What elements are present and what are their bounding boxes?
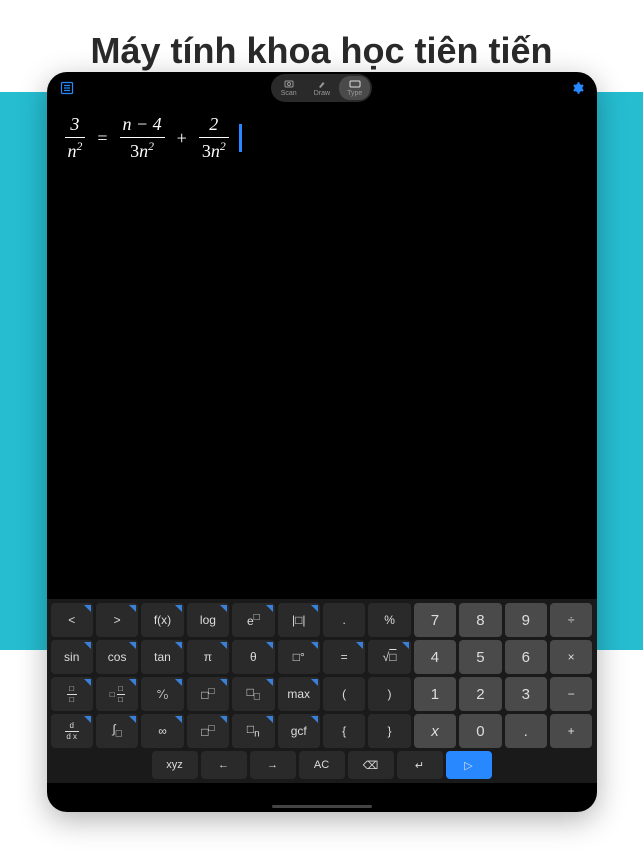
key-sin[interactable]: sin bbox=[51, 640, 93, 674]
key-left[interactable]: ← bbox=[201, 751, 247, 779]
key-backspace[interactable]: ⌫ bbox=[348, 751, 394, 779]
key-1[interactable]: 1 bbox=[414, 677, 456, 711]
key-ac[interactable]: AC bbox=[299, 751, 345, 779]
key-5[interactable]: 5 bbox=[459, 640, 501, 674]
equation-display[interactable]: 3 n2 = n − 4 3n2 + 2 3n2 bbox=[47, 104, 597, 174]
key-pi[interactable]: π bbox=[187, 640, 229, 674]
key-sqrt[interactable]: √□ bbox=[368, 640, 410, 674]
fraction-2: n − 4 3n2 bbox=[120, 114, 165, 162]
key-theta[interactable]: θ bbox=[232, 640, 274, 674]
key-tan[interactable]: tan bbox=[141, 640, 183, 674]
key-send[interactable]: ▷ bbox=[446, 751, 492, 779]
key-fraction[interactable]: □□ bbox=[51, 677, 93, 711]
key-integral[interactable]: ∫□ bbox=[96, 714, 138, 748]
key-0[interactable]: 0 bbox=[459, 714, 501, 748]
mode-type[interactable]: Type bbox=[339, 76, 370, 100]
key-4[interactable]: 4 bbox=[414, 640, 456, 674]
key-right[interactable]: → bbox=[250, 751, 296, 779]
key-dot[interactable]: . bbox=[323, 603, 365, 637]
key-greater[interactable]: > bbox=[96, 603, 138, 637]
key-power2[interactable]: □□ bbox=[187, 714, 229, 748]
hero-title: Máy tính khoa học tiên tiến bbox=[20, 30, 623, 72]
key-permil[interactable]: °⁄₀ bbox=[141, 677, 183, 711]
key-gcf[interactable]: gcf bbox=[278, 714, 320, 748]
fraction-3: 2 3n2 bbox=[199, 114, 229, 162]
fraction-1: 3 n2 bbox=[65, 114, 86, 162]
key-lbrace[interactable]: { bbox=[323, 714, 365, 748]
key-log[interactable]: log bbox=[187, 603, 229, 637]
key-lparen[interactable]: ( bbox=[323, 677, 365, 711]
key-derivative[interactable]: dd x bbox=[51, 714, 93, 748]
key-percent[interactable]: % bbox=[368, 603, 410, 637]
key-add[interactable]: + bbox=[550, 714, 592, 748]
key-rbrace[interactable]: } bbox=[368, 714, 410, 748]
mode-scan[interactable]: Scan bbox=[273, 76, 305, 100]
key-enter[interactable]: ↵ bbox=[397, 751, 443, 779]
key-2[interactable]: 2 bbox=[459, 677, 501, 711]
text-cursor bbox=[239, 124, 242, 152]
key-sub-n[interactable]: □n bbox=[232, 714, 274, 748]
history-button[interactable] bbox=[59, 80, 75, 96]
key-rparen[interactable]: ) bbox=[368, 677, 410, 711]
key-exp-e[interactable]: e□ bbox=[232, 603, 274, 637]
key-equals[interactable]: = bbox=[323, 640, 365, 674]
key-subtract[interactable]: − bbox=[550, 677, 592, 711]
key-max[interactable]: max bbox=[278, 677, 320, 711]
key-multiply[interactable]: × bbox=[550, 640, 592, 674]
key-cos[interactable]: cos bbox=[96, 640, 138, 674]
key-8[interactable]: 8 bbox=[459, 603, 501, 637]
home-indicator[interactable] bbox=[272, 805, 372, 808]
key-infinity[interactable]: ∞ bbox=[141, 714, 183, 748]
mode-draw[interactable]: Draw bbox=[306, 76, 338, 100]
key-fx[interactable]: f(x) bbox=[141, 603, 183, 637]
key-degree[interactable]: □° bbox=[278, 640, 320, 674]
key-less[interactable]: < bbox=[51, 603, 93, 637]
math-keyboard: < > f(x) log e□ |□| . % 7 8 9 ÷ sin cos … bbox=[47, 599, 597, 783]
key-x[interactable]: x bbox=[414, 714, 456, 748]
settings-button[interactable] bbox=[569, 80, 585, 96]
calculator-app: Scan Draw Type 3 n2 bbox=[47, 72, 597, 812]
key-abs[interactable]: |□| bbox=[278, 603, 320, 637]
key-divide[interactable]: ÷ bbox=[550, 603, 592, 637]
key-xyz[interactable]: xyz bbox=[152, 751, 198, 779]
key-6[interactable]: 6 bbox=[505, 640, 547, 674]
key-subscript[interactable]: □□ bbox=[232, 677, 274, 711]
key-decimal[interactable]: . bbox=[505, 714, 547, 748]
key-7[interactable]: 7 bbox=[414, 603, 456, 637]
key-3[interactable]: 3 bbox=[505, 677, 547, 711]
mode-switcher[interactable]: Scan Draw Type bbox=[271, 74, 373, 102]
key-power[interactable]: □□ bbox=[187, 677, 229, 711]
key-9[interactable]: 9 bbox=[505, 603, 547, 637]
key-mixed[interactable]: □□□ bbox=[96, 677, 138, 711]
